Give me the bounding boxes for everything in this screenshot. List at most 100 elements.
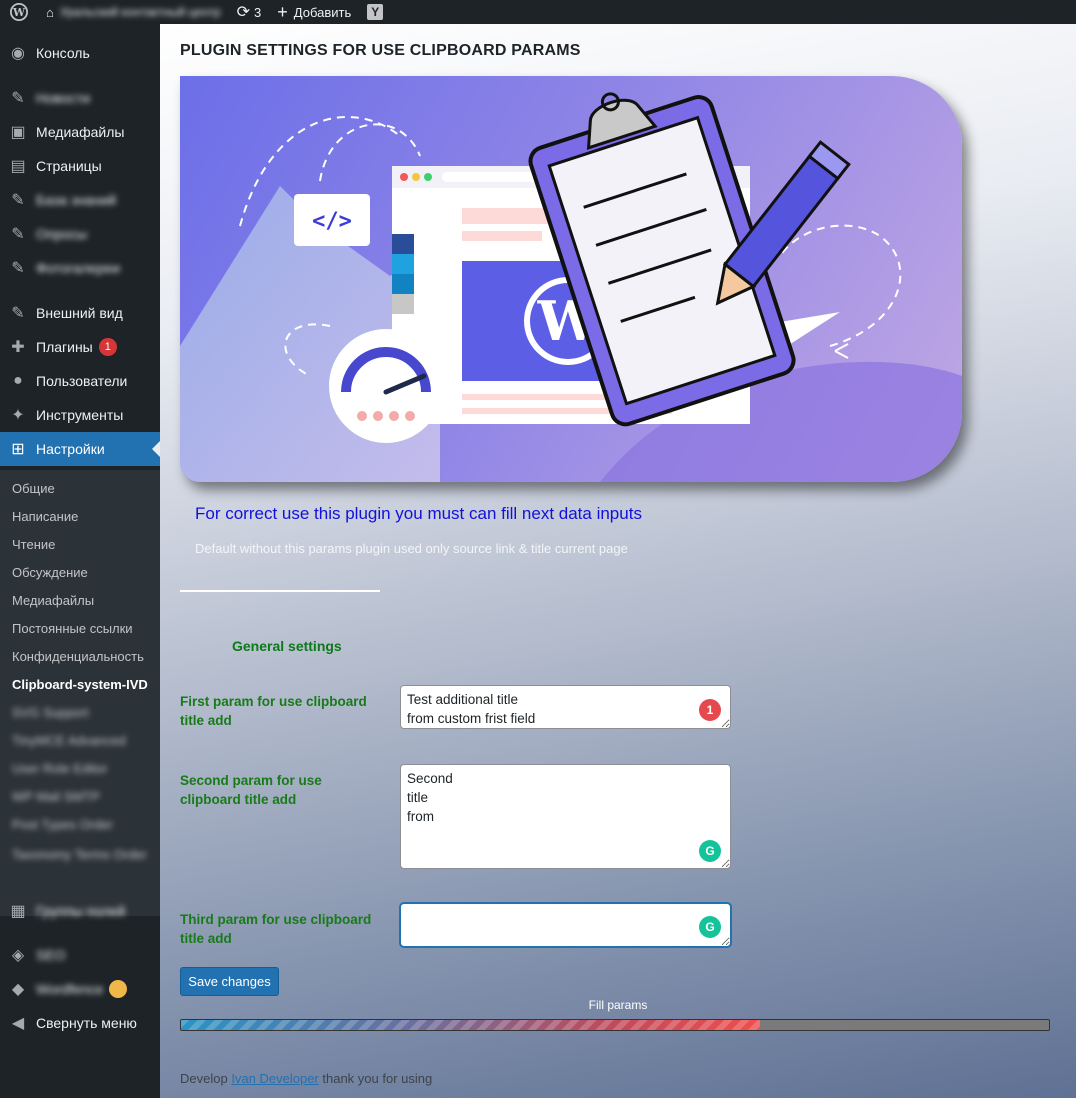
wp-logo-button[interactable]: W <box>0 0 38 24</box>
pin-icon: ✎ <box>11 192 25 209</box>
sidebar-item-label: Инструменты <box>36 407 124 423</box>
sidebar-item-label: Плагины <box>36 339 93 355</box>
section-title: General settings <box>232 638 342 654</box>
settings-submenu: Общие Написание Чтение Обсуждение Медиафайлы… <box>0 470 160 916</box>
fields-icon: ▦ <box>10 903 26 920</box>
seo-icon: ◈ <box>11 947 25 964</box>
wordfence-alert-badge <box>109 980 128 998</box>
submenu-item[interactable]: Post Types Order <box>12 814 113 834</box>
sidebar-item-3[interactable]: ▣ Медиафайлы <box>0 115 160 149</box>
fill-params-progress-bar <box>180 1019 1050 1031</box>
updates-icon: ⟳ <box>236 4 251 21</box>
pin-icon: ✎ <box>11 260 25 277</box>
tools-icon: ✦ <box>11 407 25 424</box>
intro-heading: For correct use this plugin you must can… <box>195 504 642 523</box>
page-title: PLUGIN SETTINGS FOR USE CLIPBOARD PARAMS <box>180 42 581 59</box>
sidebar-item-12[interactable]: ⊞ Настройки <box>0 432 160 466</box>
sidebar-item-label: Фотогалереи <box>36 260 121 276</box>
media-icon: ▣ <box>10 124 26 141</box>
footer-prefix: Develop <box>180 1071 232 1086</box>
submenu-item[interactable]: WP Mail SMTP <box>12 786 100 806</box>
page-icon: ▤ <box>10 158 26 175</box>
sidebar-item-label: Группы полей <box>36 903 126 919</box>
submenu-item[interactable]: Чтение <box>12 534 55 554</box>
sidebar-item-2[interactable]: ✎ Новости <box>0 81 160 115</box>
sidebar-item-label: Пользователи <box>36 373 128 389</box>
updates-link[interactable]: ⟳ 3 <box>229 0 270 24</box>
sidebar-item-label: Настройки <box>36 441 105 457</box>
add-new-label: Добавить <box>293 4 352 20</box>
footer-suffix: thank you for using <box>318 1071 433 1086</box>
sidebar-item-5[interactable]: ✎ База знаний <box>0 183 160 217</box>
submenu-item[interactable]: Обсуждение <box>12 562 88 582</box>
plugins-icon: ✚ <box>11 339 25 356</box>
sidebar-item-label: Внешний вид <box>36 305 123 321</box>
sidebar-item-14[interactable]: ◈ SEO <box>0 938 160 972</box>
sidebar-item-label: Опросы <box>36 226 88 242</box>
submenu-item[interactable]: Clipboard-system-IVD <box>12 674 148 694</box>
main-content: PLUGIN SETTINGS FOR USE CLIPBOARD PARAMS… <box>160 24 1076 1098</box>
settings-icon: ⊞ <box>11 441 25 458</box>
divider <box>180 590 380 592</box>
sidebar-item-6[interactable]: ✎ Опросы <box>0 217 160 251</box>
pin-icon: ✎ <box>11 226 25 243</box>
svg-text:W: W <box>12 6 26 19</box>
third-param-textarea[interactable] <box>400 903 731 947</box>
intro-description: Default without this params plugin used … <box>195 541 628 556</box>
second-param-textarea[interactable]: Second title from <box>400 764 731 869</box>
sidebar-item-label: Свернуть меню <box>36 1015 137 1031</box>
admin-bar: W ⌂ Уральский контактный центр ⟳ 3 + Доб… <box>0 0 1076 24</box>
site-name: Уральский контактный центр <box>59 5 221 19</box>
users-icon: ● <box>13 372 23 389</box>
grammarly-icon[interactable]: G <box>699 840 721 862</box>
yoast-link[interactable]: Y <box>359 0 391 24</box>
submenu-item[interactable]: Конфиденциальность <box>12 646 144 666</box>
yoast-icon: Y <box>367 4 384 20</box>
second-param-label: Second param for use clipboard title add <box>180 773 322 807</box>
admin-sidebar: Общие Написание Чтение Обсуждение Медиафайлы… <box>0 24 160 1098</box>
sidebar-item-4[interactable]: ▤ Страницы <box>0 149 160 183</box>
sidebar-item-8[interactable]: ✎ Внешний вид <box>0 296 160 330</box>
submenu-item[interactable]: Медиафайлы <box>12 590 94 610</box>
submenu-item[interactable]: User Role Editor <box>12 758 107 778</box>
sidebar-item-9[interactable]: ✚ Плагины 1 <box>0 330 160 364</box>
grammarly-icon[interactable]: G <box>699 916 721 938</box>
sidebar-item-label: Медиафайлы <box>36 124 125 140</box>
home-icon: ⌂ <box>46 4 54 20</box>
footer-credit: Develop Ivan Developer thank you for usi… <box>180 1071 432 1086</box>
add-new-link[interactable]: + Добавить <box>269 0 359 24</box>
sidebar-item-label: Страницы <box>36 158 102 174</box>
sidebar-item-13[interactable]: ▦ Группы полей <box>0 894 160 928</box>
wordfence-icon: ◆ <box>11 981 25 998</box>
save-changes-button[interactable]: Save changes <box>180 967 279 996</box>
first-param-label: First param for use clipboard title add <box>180 694 367 728</box>
plus-icon: + <box>277 2 288 22</box>
submenu-item[interactable]: TinyMCE Advanced <box>12 730 126 750</box>
submenu-item[interactable]: Написание <box>12 506 78 526</box>
sidebar-item-label: Wordfence <box>36 981 104 997</box>
sidebar-item-label: Новости <box>36 90 91 106</box>
plugin-banner-illustration: </> W <box>180 76 962 482</box>
site-name-link[interactable]: ⌂ Уральский контактный центр <box>38 0 229 24</box>
submenu-item[interactable]: Постоянные ссылки <box>12 618 133 638</box>
sidebar-item-15[interactable]: ◆ Wordfence <box>0 972 160 1006</box>
submenu-item[interactable]: SVG Support <box>12 702 89 722</box>
grammarly-issues-badge[interactable]: 1 <box>699 699 721 721</box>
sidebar-item-label: Консоль <box>36 45 90 61</box>
submenu-item[interactable]: Taxonomy Terms Order <box>12 844 147 864</box>
sidebar-item-7[interactable]: ✎ Фотогалереи <box>0 251 160 285</box>
sidebar-item-11[interactable]: ✦ Инструменты <box>0 398 160 432</box>
appearance-icon: ✎ <box>11 305 25 322</box>
submenu-item[interactable]: Общие <box>12 478 55 498</box>
third-param-label: Third param for use clipboard title add <box>180 912 372 946</box>
collapse-icon: ◀ <box>11 1015 25 1032</box>
first-param-textarea[interactable]: Test additional title from custom frist … <box>400 685 731 729</box>
sidebar-item-10[interactable]: ● Пользователи <box>0 364 160 398</box>
fill-params-label: Fill params <box>588 998 648 1012</box>
developer-link[interactable]: Ivan Developer <box>231 1071 318 1086</box>
sidebar-item-label: SEO <box>36 947 66 963</box>
sidebar-item-16[interactable]: ◀ Свернуть меню <box>0 1006 160 1040</box>
progress-fill <box>181 1020 760 1030</box>
pin-icon: ✎ <box>11 90 25 107</box>
sidebar-item-1[interactable]: ◉ Консоль <box>0 36 160 70</box>
